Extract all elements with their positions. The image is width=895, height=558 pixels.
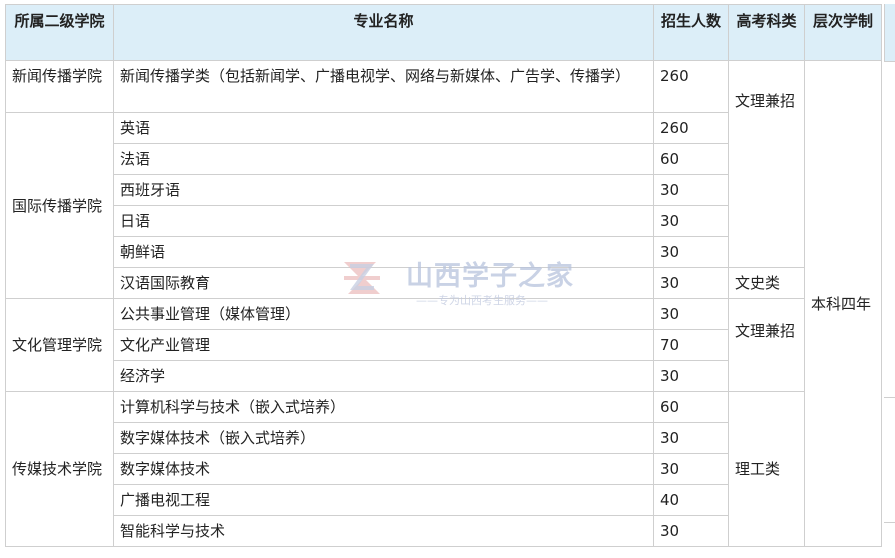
- header-enroll: 招生人数: [653, 4, 729, 61]
- category-cell: 文史类: [728, 267, 805, 299]
- count-cell: 60: [653, 143, 729, 175]
- category-label: 文理兼招: [735, 92, 796, 110]
- major-cell: 计算机科学与技术（嵌入式培养）: [113, 391, 654, 423]
- count-cell: 30: [653, 453, 729, 485]
- count-cell: 70: [653, 329, 729, 361]
- major-cell: 公共事业管理（媒体管理）: [113, 298, 654, 330]
- enrollment-table: 所属二级学院 专业名称 招生人数 高考科类 层次学制 新闻传播学院 新闻传播学类…: [5, 4, 882, 547]
- major-cell: 法语: [113, 143, 654, 175]
- major-cell: 经济学: [113, 360, 654, 392]
- count-cell: 30: [653, 205, 729, 237]
- count-cell: 260: [653, 60, 729, 113]
- count-cell: 60: [653, 391, 729, 423]
- truncated-header-cell: [884, 4, 895, 61]
- truncated-grid-line: [884, 522, 895, 523]
- header-major: 专业名称: [113, 4, 654, 61]
- table-row: 文化管理学院 公共事业管理（媒体管理） 30 文理兼招: [5, 298, 882, 392]
- truncated-grid-line: [884, 397, 895, 398]
- truncated-column-edge: [884, 4, 895, 558]
- major-cell: 智能科学与技术: [113, 515, 654, 547]
- count-cell: 260: [653, 112, 729, 144]
- count-cell: 30: [653, 515, 729, 547]
- major-cell: 西班牙语: [113, 174, 654, 206]
- table-row: 汉语国际教育 30 文史类: [6, 267, 882, 299]
- table-header-row: 所属二级学院 专业名称 招生人数 高考科类 层次学制: [5, 4, 882, 61]
- category-cell: 理工类: [728, 391, 805, 547]
- major-cell: 数字媒体技术（嵌入式培养）: [113, 422, 654, 454]
- count-cell: 30: [653, 174, 729, 206]
- major-cell: 文化产业管理: [113, 329, 654, 361]
- major-cell: 新闻传播学类（包括新闻学、广播电视学、网络与新媒体、广告学、传播学）: [113, 60, 654, 113]
- level-cell: 本科四年: [804, 60, 882, 547]
- category-cell: 文理兼招: [728, 298, 805, 392]
- major-cell: 汉语国际教育: [113, 267, 654, 299]
- college-cell: 新闻传播学院: [5, 60, 114, 113]
- truncated-grid-line: [884, 61, 895, 62]
- header-college: 所属二级学院: [5, 4, 114, 61]
- count-cell: 30: [653, 298, 729, 330]
- college-cell: 传媒技术学院: [5, 391, 114, 547]
- college-cell: 文化管理学院: [5, 298, 114, 392]
- college-cell: 国际传播学院: [5, 112, 114, 299]
- table-row: 新闻传播学院 新闻传播学类（包括新闻学、广播电视学、网络与新媒体、广告学、传播学…: [5, 60, 882, 547]
- count-cell: 30: [653, 236, 729, 268]
- major-cell: 日语: [113, 205, 654, 237]
- count-cell: 30: [653, 422, 729, 454]
- count-cell: 30: [653, 360, 729, 392]
- category-cell: 文理兼招: [728, 60, 805, 268]
- major-cell: 英语: [113, 112, 654, 144]
- count-cell: 40: [653, 484, 729, 516]
- category-label: 文理兼招: [735, 322, 796, 340]
- header-category: 高考科类: [728, 4, 805, 61]
- major-cell: 朝鲜语: [113, 236, 654, 268]
- header-level: 层次学制: [804, 4, 882, 61]
- major-cell: 数字媒体技术: [113, 453, 654, 485]
- table-row: 传媒技术学院 计算机科学与技术（嵌入式培养） 60 理工类: [5, 391, 882, 547]
- count-cell: 30: [653, 267, 729, 299]
- major-cell: 广播电视工程: [113, 484, 654, 516]
